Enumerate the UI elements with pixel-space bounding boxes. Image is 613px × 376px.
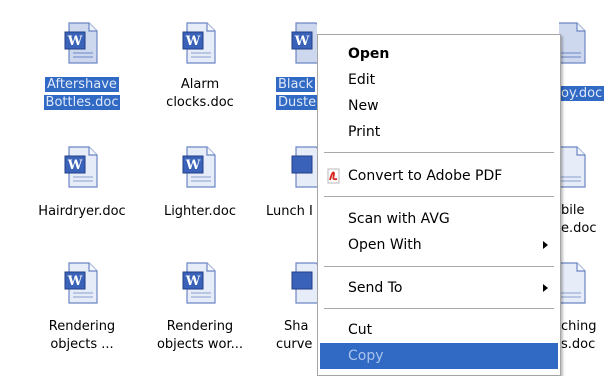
menu-separator xyxy=(324,308,554,309)
file-label: ching s.doc xyxy=(561,319,597,352)
file-rendering-objects-1[interactable]: W Rendering objects ... xyxy=(28,262,136,362)
menu-separator xyxy=(324,152,554,153)
menu-item-scan-with-avg[interactable]: Scan with AVG xyxy=(320,206,558,232)
file-hairdryer[interactable]: W Hairdryer.doc xyxy=(28,146,136,226)
word-document-icon xyxy=(291,146,317,188)
word-document-icon xyxy=(559,262,586,304)
file-label: Black Duste xyxy=(276,77,317,110)
svg-text:W: W xyxy=(294,34,310,49)
menu-item-edit[interactable]: Edit xyxy=(320,67,558,93)
menu-item-label: Edit xyxy=(348,72,376,88)
word-document-icon: W xyxy=(182,22,216,64)
file-toy[interactable]: oy.doc xyxy=(559,22,613,122)
svg-text:W: W xyxy=(67,158,83,173)
file-label: Rendering objects ... xyxy=(48,319,116,352)
file-alarm-clocks[interactable]: W Alarm clocks.doc xyxy=(146,22,254,122)
menu-item-open[interactable]: Open xyxy=(320,41,558,67)
menu-separator xyxy=(324,266,554,267)
word-document-icon xyxy=(559,146,586,188)
svg-text:W: W xyxy=(185,34,201,49)
menu-item-label: Print xyxy=(348,124,381,140)
menu-item-label: Cut xyxy=(348,322,373,338)
file-lunch[interactable]: Lunch I xyxy=(264,146,317,226)
file-label: Alarm clocks.doc xyxy=(166,77,234,110)
svg-text:W: W xyxy=(67,274,83,289)
file-sketching[interactable]: ching s.doc xyxy=(559,262,613,362)
file-lighter[interactable]: W Lighter.doc xyxy=(146,146,254,226)
file-label: bile e.doc xyxy=(561,203,597,236)
menu-item-copy[interactable]: Copy xyxy=(320,343,558,369)
file-label: Lunch I xyxy=(266,204,313,219)
menu-separator xyxy=(324,196,554,197)
svg-text:W: W xyxy=(67,34,83,49)
file-label: Aftershave Bottles.doc xyxy=(43,77,121,110)
word-document-icon: W xyxy=(291,22,317,64)
submenu-arrow-icon xyxy=(543,241,548,249)
menu-item-label: New xyxy=(348,98,379,114)
menu-item-label: Scan with AVG xyxy=(348,211,450,227)
file-label: Hairdryer.doc xyxy=(38,204,126,219)
word-document-icon: W xyxy=(182,146,216,188)
menu-item-send-to[interactable]: Send To xyxy=(320,275,558,301)
menu-item-label: Open With xyxy=(348,237,422,253)
menu-item-new[interactable]: New xyxy=(320,93,558,119)
context-menu: Open Edit New Print Convert to Adobe PDF… xyxy=(317,34,561,376)
file-label: oy.doc xyxy=(559,86,605,101)
file-mobile[interactable]: bile e.doc xyxy=(559,146,613,246)
word-document-icon xyxy=(291,262,317,304)
menu-item-convert-to-adobe-pdf[interactable]: Convert to Adobe PDF xyxy=(320,163,558,189)
file-shape-curves[interactable]: Sha curve xyxy=(264,262,317,362)
file-rendering-objects-2[interactable]: W Rendering objects wor... xyxy=(146,262,254,362)
menu-item-label: Open xyxy=(348,46,390,62)
menu-item-label: Convert to Adobe PDF xyxy=(348,168,503,184)
word-document-icon: W xyxy=(64,146,98,188)
adobe-pdf-icon xyxy=(327,168,340,184)
file-aftershave-bottles[interactable]: W Aftershave Bottles.doc xyxy=(28,22,136,122)
submenu-arrow-icon xyxy=(543,284,548,292)
menu-item-label: Send To xyxy=(348,280,403,296)
file-label: Lighter.doc xyxy=(163,204,237,219)
file-black-duster[interactable]: W Black Duste xyxy=(264,22,317,122)
menu-item-cut[interactable]: Cut xyxy=(320,317,558,343)
word-document-icon: W xyxy=(182,262,216,304)
file-label: Rendering objects wor... xyxy=(156,319,244,352)
file-label: Sha curve xyxy=(276,319,313,352)
menu-item-print[interactable]: Print xyxy=(320,119,558,145)
svg-text:W: W xyxy=(185,158,201,173)
word-document-icon xyxy=(559,22,586,64)
word-document-icon: W xyxy=(64,22,98,64)
svg-text:W: W xyxy=(185,274,201,289)
menu-item-label: Copy xyxy=(348,348,384,364)
menu-item-open-with[interactable]: Open With xyxy=(320,232,558,258)
word-document-icon: W xyxy=(64,262,98,304)
